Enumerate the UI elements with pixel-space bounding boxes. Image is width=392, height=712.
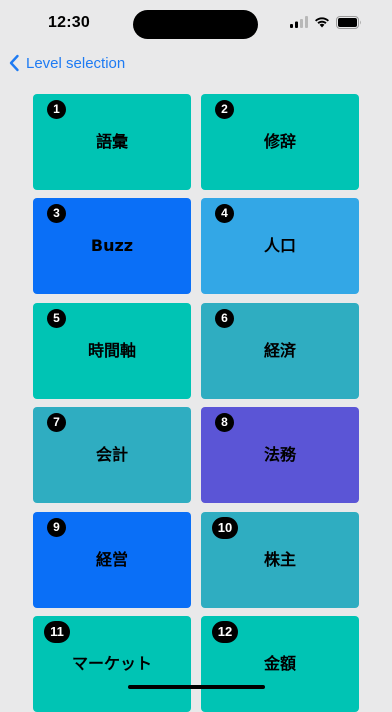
level-label: 経済 — [263, 341, 296, 360]
status-icons — [290, 15, 362, 29]
level-label: 会計 — [95, 445, 128, 464]
signal-icon — [290, 16, 308, 28]
level-label: 修辞 — [263, 132, 296, 151]
level-tile[interactable]: 3 Buzz — [33, 198, 191, 294]
level-number-badge: 12 — [212, 621, 238, 643]
level-number-badge: 11 — [44, 621, 70, 643]
status-bar: 12:30 — [0, 0, 392, 48]
level-number-badge: 7 — [47, 413, 66, 432]
level-label: Buzz — [90, 236, 134, 255]
wifi-icon — [315, 17, 329, 28]
level-number-badge: 8 — [215, 413, 234, 432]
navigation-bar: Level selection — [0, 48, 392, 78]
level-number-badge: 6 — [215, 309, 234, 328]
level-tile[interactable]: 6 経済 — [201, 303, 359, 399]
level-tile[interactable]: 9 経営 — [33, 512, 191, 608]
level-label: 金額 — [263, 654, 296, 673]
level-tile[interactable]: 1 語彙 — [33, 94, 191, 190]
level-number-badge: 9 — [47, 518, 66, 537]
level-number-badge: 5 — [47, 309, 66, 328]
home-indicator[interactable] — [128, 685, 265, 689]
level-number-badge: 4 — [215, 204, 234, 223]
level-label: マーケット — [71, 654, 152, 673]
level-number-badge: 10 — [212, 517, 238, 539]
level-tile[interactable]: 10 株主 — [201, 512, 359, 608]
dynamic-island — [133, 10, 258, 39]
level-label: 時間軸 — [87, 341, 136, 360]
chevron-left-icon — [9, 54, 19, 72]
level-tile[interactable]: 7 会計 — [33, 407, 191, 503]
level-tile[interactable]: 11 マーケット — [33, 616, 191, 712]
level-tile[interactable]: 4 人口 — [201, 198, 359, 294]
battery-icon — [336, 15, 361, 29]
level-tile[interactable]: 12 金額 — [201, 616, 359, 712]
level-label: 人口 — [263, 236, 296, 255]
back-label: Level selection — [26, 54, 126, 72]
level-number-badge: 1 — [47, 100, 66, 119]
level-number-badge: 3 — [47, 204, 66, 223]
back-button[interactable]: Level selection — [8, 52, 125, 74]
level-label: 法務 — [263, 445, 296, 464]
level-label: 語彙 — [95, 132, 128, 151]
level-label: 経営 — [95, 550, 128, 569]
level-tile[interactable]: 2 修辞 — [201, 94, 359, 190]
level-label: 株主 — [263, 550, 296, 569]
status-time: 12:30 — [48, 14, 90, 31]
level-tile[interactable]: 8 法務 — [201, 407, 359, 503]
level-number-badge: 2 — [215, 100, 234, 119]
level-tile[interactable]: 5 時間軸 — [33, 303, 191, 399]
